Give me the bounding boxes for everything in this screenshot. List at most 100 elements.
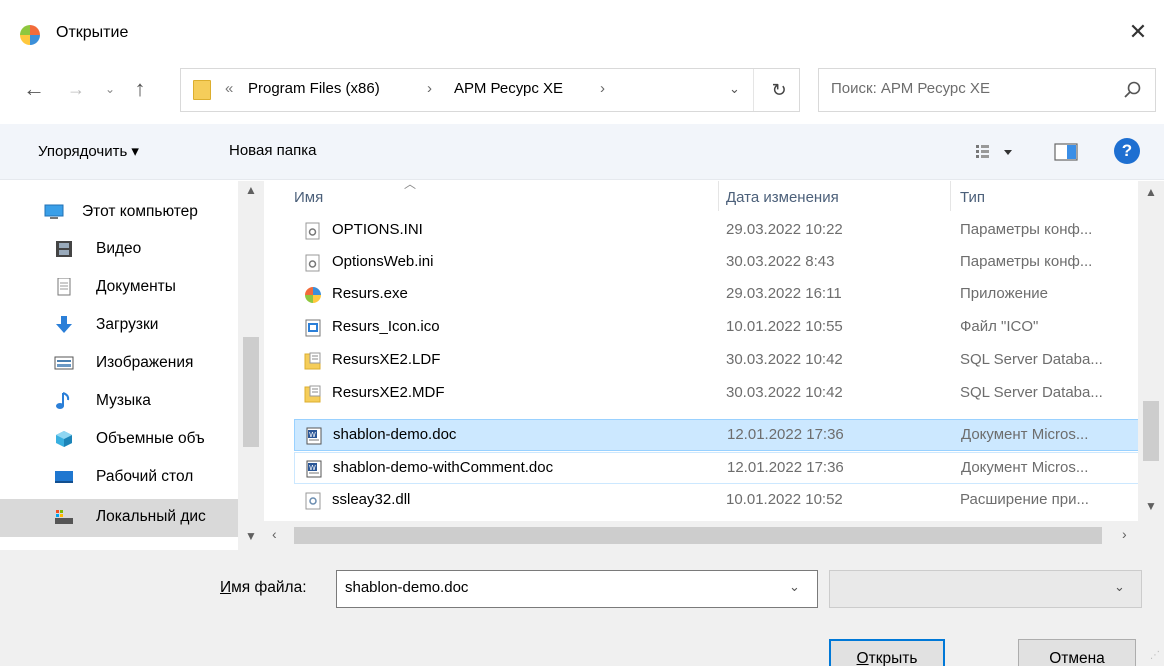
settings-file-icon <box>304 254 322 272</box>
file-date: 29.03.2022 10:22 <box>726 221 843 238</box>
column-divider[interactable] <box>950 181 951 211</box>
file-list-vertical-scrollbar[interactable]: ▲ ▼ <box>1138 181 1164 521</box>
scrollbar-thumb[interactable] <box>243 337 259 447</box>
file-row[interactable]: Resurs.exe 29.03.2022 16:11 Приложение <box>294 279 1139 311</box>
file-date: 29.03.2022 16:11 <box>726 285 842 302</box>
file-type-select[interactable]: ⌄ <box>829 570 1142 608</box>
file-name: OPTIONS.INI <box>332 221 423 238</box>
refresh-icon[interactable]: ↻ <box>766 77 792 103</box>
resize-grip-icon[interactable]: ⋰ <box>1150 650 1160 661</box>
open-button[interactable]: Открыть <box>829 639 945 666</box>
cancel-button[interactable]: Отмена <box>1018 639 1136 666</box>
breadcrumb-arm-resurs[interactable]: АРМ Ресурс XE <box>454 80 563 97</box>
dll-file-icon <box>304 492 322 510</box>
search-input[interactable]: Поиск: АРМ Ресурс XE <box>818 68 1156 112</box>
file-date: 30.03.2022 8:43 <box>726 253 835 270</box>
open-label: ткрыть <box>868 650 918 666</box>
scroll-up-icon[interactable]: ▲ <box>1138 185 1164 199</box>
file-type: SQL Server Databa... <box>960 351 1103 368</box>
scroll-down-icon[interactable]: ▼ <box>1138 499 1164 513</box>
app-icon <box>20 25 40 45</box>
scroll-right-icon[interactable]: › <box>1122 526 1127 542</box>
file-date: 30.03.2022 10:42 <box>726 351 843 368</box>
nav-item-pictures[interactable]: Изображения <box>0 345 238 383</box>
filename-label-text: мя файла: <box>231 579 307 596</box>
3d-objects-icon <box>56 431 72 447</box>
file-date: 12.01.2022 17:36 <box>727 459 844 476</box>
file-row[interactable]: OPTIONS.INI 29.03.2022 10:22 Параметры кон… <box>294 215 1139 247</box>
file-row[interactable]: ResursXE2.MDF 30.03.2022 10:42 SQL Server … <box>294 378 1139 410</box>
word-doc-icon: W <box>305 427 323 445</box>
file-row[interactable]: ResursXE2.LDF 30.03.2022 10:42 SQL Server … <box>294 345 1139 377</box>
column-divider[interactable] <box>718 181 719 211</box>
dialog-footer: Имя файла: shablon-demo.doc ⌄ ⌄ Открыть … <box>0 550 1164 666</box>
access-key: О <box>856 650 869 666</box>
forward-arrow-icon[interactable]: → <box>62 74 90 104</box>
nav-item-music[interactable]: Музыка <box>0 383 238 421</box>
file-type: Приложение <box>960 285 1048 302</box>
svg-text:W: W <box>309 431 316 439</box>
sort-chevron-icon: ︿ <box>404 177 417 191</box>
nav-item-label: Рабочий стол <box>96 468 194 485</box>
nav-item-video[interactable]: Видео <box>0 231 238 269</box>
file-name: shablon-demo-withComment.doc <box>333 459 554 476</box>
search-icon[interactable] <box>1121 78 1145 102</box>
downloads-icon <box>56 316 72 333</box>
scroll-left-icon[interactable]: ‹ <box>272 526 277 542</box>
filename-input[interactable]: shablon-demo.doc ⌄ <box>336 570 818 608</box>
back-arrow-icon[interactable]: ← <box>20 74 48 104</box>
file-date: 10.01.2022 10:55 <box>726 318 843 335</box>
file-row[interactable]: Wshablon-demo.doc 12.01.2022 17:36 Докумен… <box>294 419 1139 451</box>
view-options-icon[interactable] <box>974 140 1030 164</box>
file-row[interactable]: OptionsWeb.ini 30.03.2022 8:43 Параметры к… <box>294 247 1139 279</box>
column-header-date[interactable]: Дата изменения <box>726 189 839 206</box>
nav-item-label: Музыка <box>96 392 151 409</box>
nav-item-desktop[interactable]: Рабочий стол <box>0 459 238 497</box>
file-row[interactable]: Wshablon-demo-withComment.doc 12.01.2022 … <box>294 452 1139 484</box>
title-bar: Открытие ✕ <box>0 0 1164 66</box>
nav-item-this-pc[interactable]: Этот компьютер <box>0 194 238 232</box>
nav-item-3d-objects[interactable]: Объемные объ <box>0 421 238 459</box>
file-list-horizontal-scrollbar[interactable]: ‹ › <box>264 521 1164 550</box>
breadcrumb-program-files[interactable]: Program Files (x86) <box>248 80 380 97</box>
organize-button[interactable]: Упорядочить ▾ <box>38 142 139 160</box>
address-bar[interactable]: « Program Files (x86) › АРМ Ресурс XE › … <box>180 68 800 112</box>
close-button[interactable]: ✕ <box>1118 14 1158 50</box>
nav-item-label: Изображения <box>96 354 194 371</box>
navigation-scrollbar[interactable]: ▲ ▼ <box>238 181 264 550</box>
column-header-label: Имя <box>294 189 324 206</box>
file-row[interactable]: ssleay32.dll 10.01.2022 10:52 Расширение п… <box>294 485 1139 517</box>
preview-pane-icon[interactable] <box>1052 140 1080 164</box>
word-doc-icon: W <box>305 460 323 478</box>
scroll-up-icon[interactable]: ▲ <box>238 183 264 201</box>
chevron-down-icon[interactable]: ⌄ <box>1114 579 1125 595</box>
nav-item-label: Этот компьютер <box>82 203 198 220</box>
file-name: Resurs.exe <box>332 285 408 302</box>
address-dropdown-icon[interactable]: ⌄ <box>729 81 740 97</box>
nav-item-documents[interactable]: Документы <box>0 269 238 307</box>
file-row[interactable]: Resurs_Icon.ico 10.01.2022 10:55 Файл "ICO… <box>294 312 1139 344</box>
nav-item-label: Локальный дис <box>96 508 206 525</box>
nav-item-local-disk[interactable]: Локальный дис <box>0 499 238 537</box>
up-arrow-icon[interactable]: ↑ <box>126 74 154 104</box>
file-type: Расширение при... <box>960 491 1089 508</box>
filename-value: shablon-demo.doc <box>345 579 469 596</box>
file-name: ResursXE2.LDF <box>332 351 441 368</box>
breadcrumb-separator-icon[interactable]: › <box>427 80 432 97</box>
column-header-name[interactable]: Имя <box>294 189 323 206</box>
file-name: ssleay32.dll <box>332 491 411 508</box>
nav-item-label: Видео <box>96 240 142 257</box>
settings-file-icon <box>304 222 322 240</box>
nav-item-downloads[interactable]: Загрузки <box>0 307 238 345</box>
breadcrumb-separator-icon[interactable]: › <box>600 80 605 97</box>
scrollbar-thumb[interactable] <box>294 527 1102 544</box>
scrollbar-thumb[interactable] <box>1143 401 1159 461</box>
help-icon[interactable]: ? <box>1114 138 1140 164</box>
chevron-down-icon[interactable]: ⌄ <box>789 579 800 595</box>
column-header-type[interactable]: Тип <box>960 189 985 206</box>
file-name: shablon-demo.doc <box>333 426 457 443</box>
recent-locations-chevron-icon[interactable]: ⌄ <box>100 74 120 104</box>
scroll-down-icon[interactable]: ▼ <box>238 529 264 547</box>
overflow-chevron-icon[interactable]: « <box>225 80 233 97</box>
new-folder-button[interactable]: Новая папка <box>229 142 316 159</box>
